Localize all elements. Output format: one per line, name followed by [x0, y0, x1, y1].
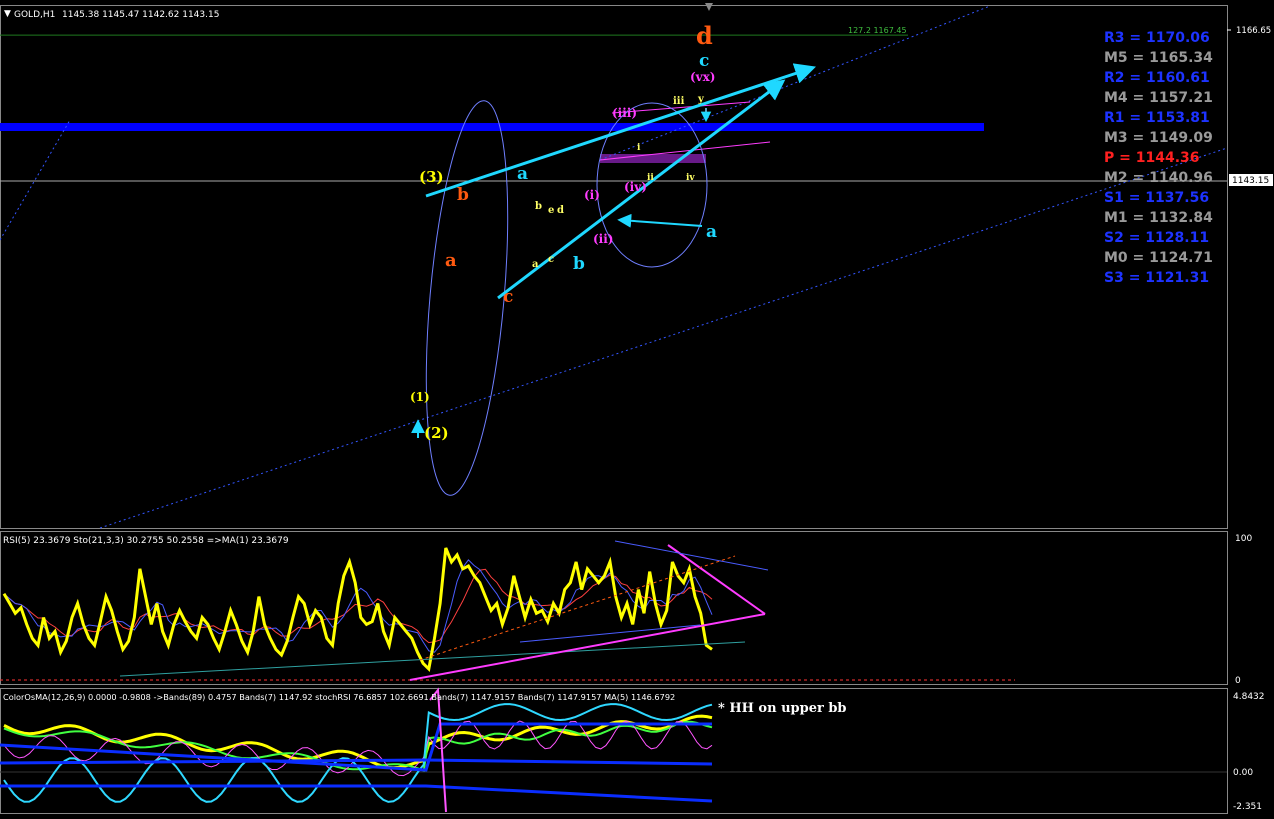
wedge-upper-line: [425, 63, 816, 198]
rsi-pane: [0, 540, 1015, 681]
wave-label: a: [445, 250, 457, 271]
annotation-overlay: [411, 3, 816, 438]
pivot-level-r1: R1 = 1153.81: [1104, 110, 1210, 126]
fibonacci-levels: 0 1153.9823.6 1149.8038.2 1147.2150.0 11…: [0, 26, 1227, 182]
rsi-axis-bottom: 0: [1235, 676, 1241, 686]
wave-label: a: [517, 164, 528, 184]
wave-label: (iii): [612, 106, 637, 120]
rsi-blue-line: [614, 540, 769, 571]
wave-label: i: [637, 143, 641, 153]
rsi-pane-title: RSI(5) 23.3679 Sto(21,3,3) 30.2755 50.25…: [3, 536, 289, 546]
price-axis-label: 1161.55: [1236, 0, 1271, 3]
osma-axis-top: 4.8432: [1233, 692, 1265, 702]
wave-label: (2): [424, 424, 449, 442]
pivot-level-s2: S2 = 1128.11: [1104, 230, 1209, 246]
price-axis: 1166.651161.551156.451151.351146.251141.…: [1227, 0, 1271, 36]
rsi-axis-top: 100: [1235, 534, 1252, 544]
main-pane-border: [0, 5, 1228, 529]
wave-label: c: [699, 51, 709, 71]
wave-label: (i): [584, 188, 600, 202]
pivot-level-m2: M2 = 1140.96: [1104, 170, 1213, 186]
drawn-trendlines: [0, 5, 1228, 529]
wave-label: (vx): [690, 70, 715, 84]
rsi-line: [2, 547, 713, 672]
osma-axis-bottom: -2.351: [1233, 802, 1262, 812]
pivot-level-r2: R2 = 1160.61: [1104, 70, 1210, 86]
lower-trendline: [99, 147, 1228, 529]
wave-label: (3): [419, 168, 444, 186]
wave-label: (ii): [593, 232, 613, 246]
wave-label: a: [532, 259, 539, 270]
wave-label: b: [573, 254, 585, 274]
pivot-level-m4: M4 = 1157.21: [1104, 90, 1213, 106]
pivot-level-m1: M1 = 1132.84: [1104, 210, 1213, 226]
wave-label: d: [696, 21, 713, 50]
symbol-label: GOLD,H1: [14, 10, 55, 20]
wave-label: (iv): [624, 180, 647, 194]
osma-blue-lower: [0, 758, 713, 766]
wave-label: iii: [673, 96, 685, 107]
current-price-tag: 1143.15: [1232, 176, 1269, 186]
fib-green-label: 127.2 1167.45: [848, 26, 907, 35]
hh-annotation: * HH on upper bb: [718, 701, 847, 716]
left-dotted-line: [0, 119, 71, 241]
wave-label: d: [557, 205, 564, 216]
wave-label: (1): [410, 390, 430, 404]
wave-label: a: [706, 222, 717, 242]
osma-axis-mid: 0.00: [1233, 768, 1253, 778]
wave-label: iv: [686, 173, 695, 183]
rsi-pane-border: [0, 531, 1228, 685]
top-marker-icon: [705, 3, 713, 11]
osma-pane: [0, 687, 1227, 813]
pivot-table: R3 = 1170.06 M5 = 1165.34 R2 = 1160.61 M4 =…: [1104, 30, 1213, 286]
pivot-level-r3: R3 = 1170.06: [1104, 30, 1210, 46]
wave-label: c: [548, 254, 554, 265]
wave-label: y: [697, 94, 705, 105]
pivot-level-s1: S1 = 1137.56: [1104, 190, 1209, 206]
pivot-level-s3: S3 = 1121.31: [1104, 270, 1209, 286]
wave-label: b: [457, 185, 469, 205]
price-axis-label: 1166.65: [1236, 26, 1271, 36]
chart-canvas: 0 1153.9823.6 1149.8038.2 1147.2150.0 11…: [0, 0, 1273, 814]
chart-window: 0 1153.9823.6 1149.8038.2 1147.2150.0 11…: [0, 0, 1274, 815]
osma-pane-title: ColorOsMA(12,26,9) 0.0000 -0.9808 ->Band…: [3, 692, 675, 702]
wave-labels: dc(vx)(3)baacba(1)(2)(iii)(i)(ii)(iv)iii…: [410, 21, 717, 442]
arrow-left: [617, 213, 703, 228]
upper-dotted-trendline: [599, 5, 991, 161]
wave-label: c: [503, 287, 513, 307]
rsi-blue-line-2: [519, 624, 701, 643]
resistance-band: [0, 123, 984, 131]
osma-blue-bottom: [0, 784, 713, 803]
rsi-magenta-support: [409, 613, 766, 681]
pivot-level-m0: M0 = 1124.71: [1104, 250, 1213, 266]
pivot-level-m5: M5 = 1165.34: [1104, 50, 1213, 66]
wave-label: b: [535, 201, 542, 212]
pivot-level-m3: M3 = 1149.09: [1104, 130, 1213, 146]
wave-label: e: [548, 205, 554, 216]
pivot-level-p: P = 1144.36: [1104, 150, 1200, 166]
wave-label: ii: [647, 173, 654, 183]
symbol-dropdown-icon[interactable]: ▼: [4, 9, 11, 19]
ohlc-label: 1145.38 1145.47 1142.62 1143.15: [62, 10, 219, 20]
